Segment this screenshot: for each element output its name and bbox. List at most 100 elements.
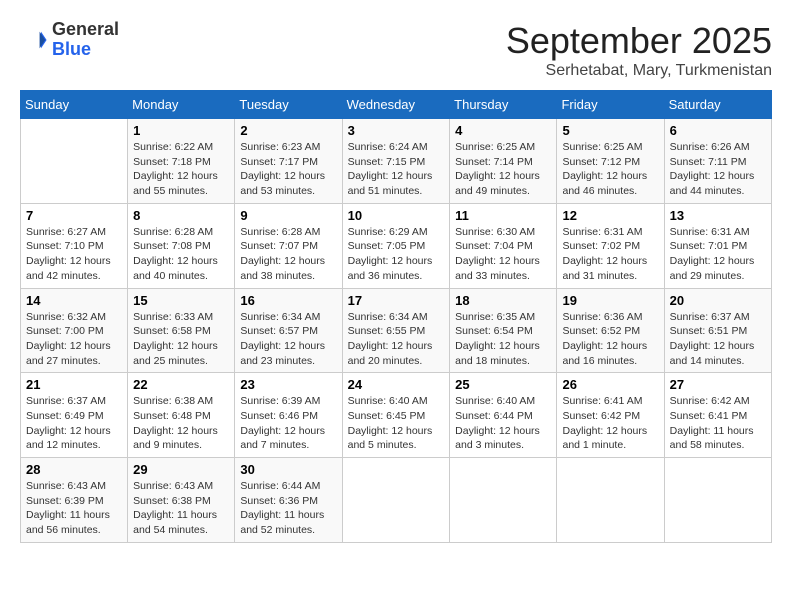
- day-info: Sunrise: 6:41 AM Sunset: 6:42 PM Dayligh…: [562, 394, 658, 453]
- day-cell: [450, 458, 557, 543]
- day-cell: 10 Sunrise: 6:29 AM Sunset: 7:05 PM Dayli…: [342, 203, 450, 288]
- day-number: 11: [455, 208, 551, 223]
- day-cell: 2 Sunrise: 6:23 AM Sunset: 7:17 PM Daylig…: [235, 119, 342, 204]
- day-cell: 7 Sunrise: 6:27 AM Sunset: 7:10 PM Daylig…: [21, 203, 128, 288]
- day-info: Sunrise: 6:30 AM Sunset: 7:04 PM Dayligh…: [455, 225, 551, 284]
- day-cell: 24 Sunrise: 6:40 AM Sunset: 6:45 PM Dayli…: [342, 373, 450, 458]
- calendar: SundayMondayTuesdayWednesdayThursdayFrid…: [20, 90, 772, 543]
- day-info: Sunrise: 6:31 AM Sunset: 7:01 PM Dayligh…: [670, 225, 766, 284]
- day-cell: 3 Sunrise: 6:24 AM Sunset: 7:15 PM Daylig…: [342, 119, 450, 204]
- day-cell: [342, 458, 450, 543]
- logo-text: General Blue: [52, 20, 119, 60]
- day-number: 16: [240, 293, 336, 308]
- day-info: Sunrise: 6:34 AM Sunset: 6:57 PM Dayligh…: [240, 310, 336, 369]
- day-cell: 21Sunrise: 6:37 AM Sunset: 6:49 PM Dayli…: [21, 373, 128, 458]
- col-header-saturday: Saturday: [664, 91, 771, 119]
- day-info: Sunrise: 6:28 AM Sunset: 7:07 PM Dayligh…: [240, 225, 336, 284]
- day-cell: 29 Sunrise: 6:43 AM Sunset: 6:38 PM Dayli…: [128, 458, 235, 543]
- title-area: September 2025 Serhetabat, Mary, Turkmen…: [506, 20, 772, 80]
- day-number: 26: [562, 377, 658, 392]
- day-cell: 16 Sunrise: 6:34 AM Sunset: 6:57 PM Dayli…: [235, 288, 342, 373]
- day-number: 13: [670, 208, 766, 223]
- day-number: 1: [133, 123, 229, 138]
- day-info: Sunrise: 6:29 AM Sunset: 7:05 PM Dayligh…: [348, 225, 445, 284]
- calendar-body: 1 Sunrise: 6:22 AM Sunset: 7:18 PM Daylig…: [21, 119, 772, 543]
- day-number: 28: [26, 462, 122, 477]
- day-cell: 28 Sunrise: 6:43 AM Sunset: 6:39 PM Dayli…: [21, 458, 128, 543]
- day-cell: 5Sunrise: 6:25 AM Sunset: 7:12 PM Daylig…: [557, 119, 664, 204]
- day-info: Sunrise: 6:26 AM Sunset: 7:11 PM Dayligh…: [670, 140, 766, 199]
- day-number: 5: [562, 123, 658, 138]
- day-info: Sunrise: 6:42 AM Sunset: 6:41 PM Dayligh…: [670, 394, 766, 453]
- day-info: Sunrise: 6:40 AM Sunset: 6:44 PM Dayligh…: [455, 394, 551, 453]
- day-info: Sunrise: 6:34 AM Sunset: 6:55 PM Dayligh…: [348, 310, 445, 369]
- day-number: 27: [670, 377, 766, 392]
- day-info: Sunrise: 6:33 AM Sunset: 6:58 PM Dayligh…: [133, 310, 229, 369]
- week-row-5: 28 Sunrise: 6:43 AM Sunset: 6:39 PM Dayli…: [21, 458, 772, 543]
- day-cell: 26 Sunrise: 6:41 AM Sunset: 6:42 PM Dayli…: [557, 373, 664, 458]
- col-header-tuesday: Tuesday: [235, 91, 342, 119]
- day-cell: 27 Sunrise: 6:42 AM Sunset: 6:41 PM Dayli…: [664, 373, 771, 458]
- week-row-2: 7 Sunrise: 6:27 AM Sunset: 7:10 PM Daylig…: [21, 203, 772, 288]
- day-info: Sunrise: 6:32 AM Sunset: 7:00 PM Dayligh…: [26, 310, 122, 369]
- day-number: 4: [455, 123, 551, 138]
- day-cell: 6 Sunrise: 6:26 AM Sunset: 7:11 PM Daylig…: [664, 119, 771, 204]
- logo-blue-text: Blue: [52, 39, 91, 59]
- day-cell: 23Sunrise: 6:39 AM Sunset: 6:46 PM Dayli…: [235, 373, 342, 458]
- day-info: Sunrise: 6:27 AM Sunset: 7:10 PM Dayligh…: [26, 225, 122, 284]
- day-info: Sunrise: 6:38 AM Sunset: 6:48 PM Dayligh…: [133, 394, 229, 453]
- day-number: 9: [240, 208, 336, 223]
- day-number: 6: [670, 123, 766, 138]
- logo-general-text: General: [52, 19, 119, 39]
- day-info: Sunrise: 6:24 AM Sunset: 7:15 PM Dayligh…: [348, 140, 445, 199]
- day-cell: 22 Sunrise: 6:38 AM Sunset: 6:48 PM Dayli…: [128, 373, 235, 458]
- day-number: 7: [26, 208, 122, 223]
- day-info: Sunrise: 6:22 AM Sunset: 7:18 PM Dayligh…: [133, 140, 229, 199]
- day-info: Sunrise: 6:35 AM Sunset: 6:54 PM Dayligh…: [455, 310, 551, 369]
- day-info: Sunrise: 6:23 AM Sunset: 7:17 PM Dayligh…: [240, 140, 336, 199]
- day-cell: 25Sunrise: 6:40 AM Sunset: 6:44 PM Dayli…: [450, 373, 557, 458]
- day-info: Sunrise: 6:39 AM Sunset: 6:46 PM Dayligh…: [240, 394, 336, 453]
- col-header-friday: Friday: [557, 91, 664, 119]
- day-cell: 9 Sunrise: 6:28 AM Sunset: 7:07 PM Daylig…: [235, 203, 342, 288]
- day-number: 15: [133, 293, 229, 308]
- day-number: 21: [26, 377, 122, 392]
- day-number: 14: [26, 293, 122, 308]
- day-number: 29: [133, 462, 229, 477]
- day-info: Sunrise: 6:28 AM Sunset: 7:08 PM Dayligh…: [133, 225, 229, 284]
- logo: General Blue: [20, 20, 119, 60]
- day-cell: 8Sunrise: 6:28 AM Sunset: 7:08 PM Daylig…: [128, 203, 235, 288]
- day-cell: 15 Sunrise: 6:33 AM Sunset: 6:58 PM Dayli…: [128, 288, 235, 373]
- day-cell: 17 Sunrise: 6:34 AM Sunset: 6:55 PM Dayli…: [342, 288, 450, 373]
- day-cell: 18Sunrise: 6:35 AM Sunset: 6:54 PM Dayli…: [450, 288, 557, 373]
- day-number: 2: [240, 123, 336, 138]
- day-cell: 30Sunrise: 6:44 AM Sunset: 6:36 PM Dayli…: [235, 458, 342, 543]
- day-cell: 11 Sunrise: 6:30 AM Sunset: 7:04 PM Dayli…: [450, 203, 557, 288]
- col-header-sunday: Sunday: [21, 91, 128, 119]
- day-cell: [21, 119, 128, 204]
- day-cell: 12Sunrise: 6:31 AM Sunset: 7:02 PM Dayli…: [557, 203, 664, 288]
- header: General Blue September 2025 Serhetabat, …: [20, 20, 772, 80]
- day-info: Sunrise: 6:43 AM Sunset: 6:39 PM Dayligh…: [26, 479, 122, 538]
- day-cell: [557, 458, 664, 543]
- day-number: 20: [670, 293, 766, 308]
- day-info: Sunrise: 6:43 AM Sunset: 6:38 PM Dayligh…: [133, 479, 229, 538]
- day-info: Sunrise: 6:25 AM Sunset: 7:14 PM Dayligh…: [455, 140, 551, 199]
- day-info: Sunrise: 6:44 AM Sunset: 6:36 PM Dayligh…: [240, 479, 336, 538]
- day-info: Sunrise: 6:36 AM Sunset: 6:52 PM Dayligh…: [562, 310, 658, 369]
- col-header-thursday: Thursday: [450, 91, 557, 119]
- day-cell: [664, 458, 771, 543]
- day-cell: 14 Sunrise: 6:32 AM Sunset: 7:00 PM Dayli…: [21, 288, 128, 373]
- day-number: 10: [348, 208, 445, 223]
- day-number: 17: [348, 293, 445, 308]
- day-number: 12: [562, 208, 658, 223]
- day-number: 22: [133, 377, 229, 392]
- week-row-4: 21Sunrise: 6:37 AM Sunset: 6:49 PM Dayli…: [21, 373, 772, 458]
- day-info: Sunrise: 6:40 AM Sunset: 6:45 PM Dayligh…: [348, 394, 445, 453]
- day-cell: 4 Sunrise: 6:25 AM Sunset: 7:14 PM Daylig…: [450, 119, 557, 204]
- day-number: 3: [348, 123, 445, 138]
- day-cell: 1 Sunrise: 6:22 AM Sunset: 7:18 PM Daylig…: [128, 119, 235, 204]
- logo-icon: [20, 26, 48, 54]
- day-number: 24: [348, 377, 445, 392]
- day-cell: 20Sunrise: 6:37 AM Sunset: 6:51 PM Dayli…: [664, 288, 771, 373]
